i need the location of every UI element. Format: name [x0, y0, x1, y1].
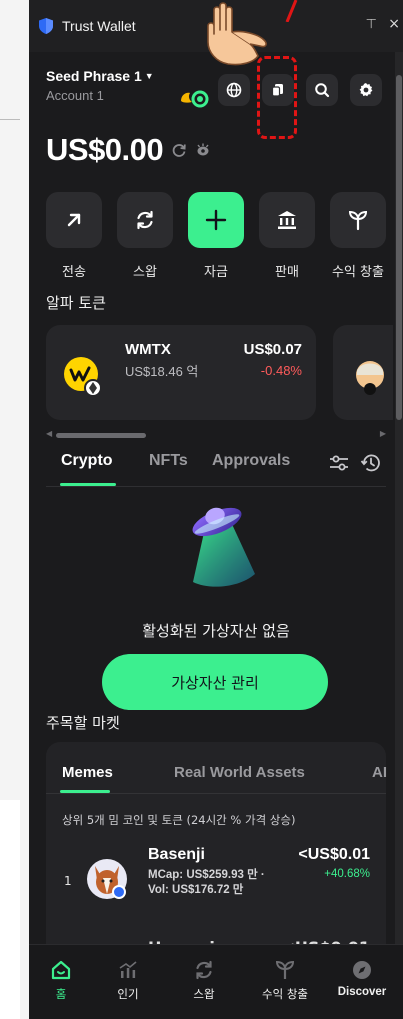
- fund-button[interactable]: [188, 192, 244, 248]
- nav-earn-label: 수익 창출: [262, 987, 308, 1001]
- history-icon[interactable]: [360, 452, 382, 474]
- red-arrow-annotation: [285, 0, 298, 22]
- sprout-icon: [275, 960, 295, 979]
- market-token-price: <US$0.01: [298, 846, 370, 863]
- plus-icon: [205, 209, 227, 231]
- gear-icon: [359, 83, 373, 97]
- swap-action[interactable]: 스왑: [117, 192, 173, 280]
- nav-trending[interactable]: 인기: [91, 957, 165, 1002]
- market-subtitle: 상위 5개 밈 코인 및 토큰 (24시간 % 가격 상승): [62, 813, 296, 827]
- market-rank: 1: [64, 874, 72, 888]
- bank-icon: [278, 211, 296, 229]
- wallet-popup: Trust Wallet ⊤ × Seed Phrase 1 ▼ Account …: [29, 0, 403, 1019]
- send-action[interactable]: 전송: [46, 192, 102, 280]
- manage-crypto-button[interactable]: 가상자산 관리: [102, 654, 328, 710]
- earn-label: 수익 창출: [332, 265, 384, 280]
- nav-discover[interactable]: Discover: [325, 957, 399, 998]
- nav-home-label: 홈: [55, 987, 67, 1001]
- alpha-token-card-next[interactable]: [333, 325, 393, 420]
- next-token-icon: [356, 361, 384, 395]
- settings-button[interactable]: [350, 74, 382, 106]
- search-icon: [315, 83, 330, 98]
- nav-swap-label: 스왑: [193, 987, 215, 1001]
- markets-title: 주목할 마켓: [46, 714, 120, 732]
- tabs-divider: [46, 486, 386, 487]
- horizontal-scrollbar[interactable]: ◀ ▶: [46, 429, 386, 438]
- swap-button[interactable]: [117, 192, 173, 248]
- search-button[interactable]: [306, 74, 338, 106]
- sell-label: 판매: [275, 265, 299, 280]
- tab-crypto[interactable]: Crypto: [61, 452, 113, 470]
- fund-label: 자금: [204, 265, 228, 280]
- tab-approvals[interactable]: Approvals: [212, 452, 290, 470]
- nav-home[interactable]: 홈: [29, 957, 98, 1002]
- market-tab-rwa[interactable]: Real World Assets: [174, 764, 305, 781]
- home-icon: [51, 960, 71, 980]
- swap-label: 스왑: [133, 265, 157, 280]
- alpha-tokens-title: 알파 토큰: [46, 294, 106, 312]
- scroll-left-icon[interactable]: ◀: [46, 429, 52, 438]
- trust-shield-icon: [39, 18, 53, 34]
- sprout-icon: [348, 210, 368, 231]
- highlight-box-annotation: [257, 56, 297, 139]
- nav-trending-label: 인기: [117, 987, 139, 1001]
- close-icon[interactable]: ×: [388, 16, 400, 32]
- globe-icon: [226, 82, 242, 98]
- globe-button[interactable]: [218, 74, 250, 106]
- empty-state-ufo-illustration: [192, 507, 255, 587]
- market-tabs-divider: [46, 793, 386, 794]
- wmtx-token-icon: [64, 357, 102, 397]
- token-price: US$0.07: [243, 341, 302, 358]
- earn-button[interactable]: [330, 192, 386, 248]
- compass-icon: [353, 961, 371, 979]
- market-token-name: Basenji: [148, 846, 205, 863]
- market-token-stats: MCap: US$259.93 만 · Vol: US$176.72 만: [148, 869, 265, 896]
- empty-state-message: 활성화된 가상자산 없음: [142, 622, 290, 640]
- chevron-down-icon[interactable]: ▼: [145, 71, 154, 81]
- trending-icon: [119, 961, 137, 978]
- refresh-icon[interactable]: [171, 142, 187, 158]
- fund-action[interactable]: 자금: [188, 192, 244, 280]
- background-divider: [0, 119, 20, 120]
- swap-icon: [137, 210, 153, 230]
- nav-discover-label: Discover: [337, 986, 387, 998]
- market-token-change: +40.68%: [324, 868, 370, 880]
- scroll-right-icon[interactable]: ▶: [380, 429, 386, 438]
- market-tab-memes[interactable]: Memes: [62, 764, 113, 781]
- tab-nfts[interactable]: NFTs: [149, 452, 188, 470]
- swap-icon: [196, 960, 212, 980]
- basenji-token-icon: [87, 859, 127, 899]
- asset-tabs: Crypto NFTs Approvals: [46, 452, 386, 486]
- background-panel: [0, 800, 20, 1019]
- pointing-hand-icon: [207, 2, 267, 66]
- sell-action[interactable]: 판매: [259, 192, 315, 280]
- send-label: 전송: [62, 265, 86, 280]
- market-tab-ai[interactable]: AI: [372, 764, 387, 781]
- account-selector[interactable]: Seed Phrase 1 ▼ Account 1: [46, 68, 154, 103]
- wallet-name[interactable]: Seed Phrase 1: [46, 68, 142, 84]
- hide-balance-icon[interactable]: [195, 142, 211, 158]
- account-label: Account 1: [46, 88, 104, 103]
- filter-icon[interactable]: [328, 453, 350, 473]
- sell-button[interactable]: [259, 192, 315, 248]
- network-status-icon[interactable]: [179, 87, 209, 109]
- bottom-navigation: 홈 인기 스왑 수익 창출 Discover: [29, 944, 403, 1019]
- nav-swap[interactable]: 스왑: [167, 957, 241, 1002]
- send-arrow-icon: [67, 213, 81, 227]
- earn-action[interactable]: 수익 창출: [330, 192, 386, 280]
- token-symbol: WMTX: [125, 341, 171, 358]
- horizontal-scroll-thumb[interactable]: [56, 433, 146, 438]
- nav-earn[interactable]: 수익 창출: [248, 957, 322, 1002]
- balance-row: US$0.00: [46, 132, 211, 168]
- pin-icon[interactable]: ⊤: [366, 17, 377, 32]
- token-market-cap: US$18.46 억: [125, 364, 199, 379]
- send-button[interactable]: [46, 192, 102, 248]
- alpha-token-card[interactable]: WMTX US$0.07 US$18.46 억 -0.48%: [46, 325, 316, 420]
- window-title: Trust Wallet: [62, 18, 136, 34]
- total-balance: US$0.00: [46, 132, 164, 167]
- token-change: -0.48%: [260, 363, 302, 378]
- scrollbar-thumb[interactable]: [396, 75, 402, 420]
